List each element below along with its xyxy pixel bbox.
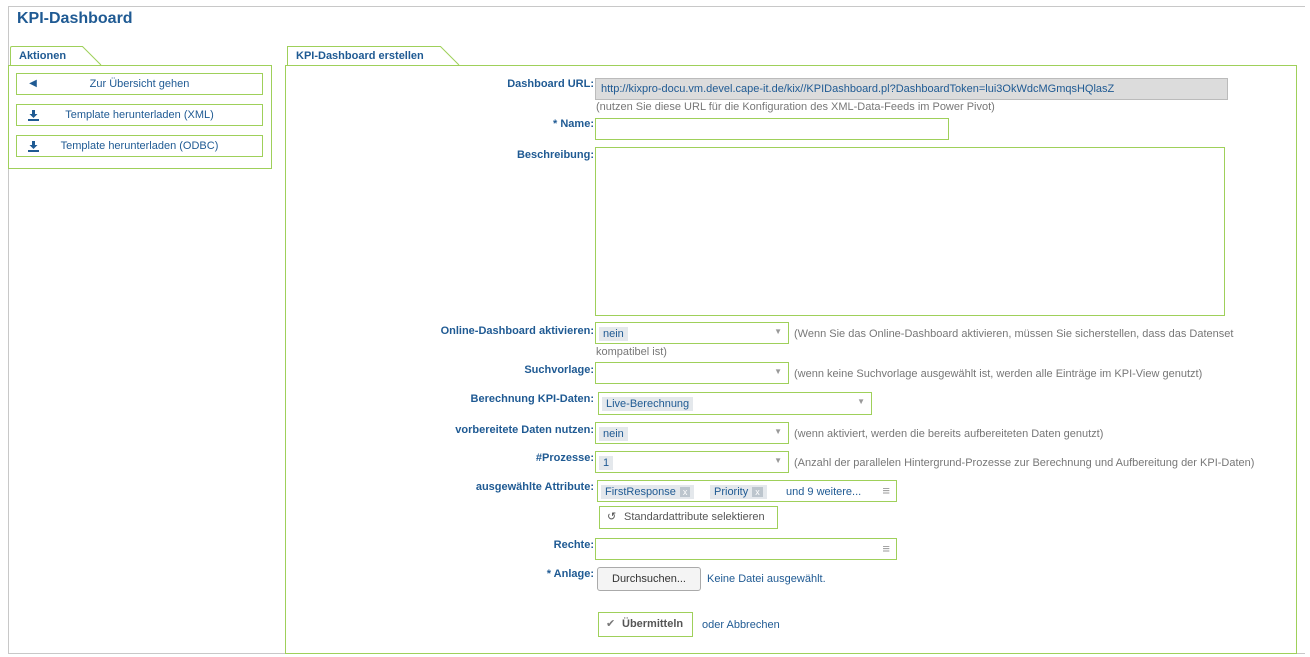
page-title: KPI-Dashboard: [17, 10, 133, 27]
download-icon: [26, 136, 40, 160]
download-xml-label: Template herunterladen (XML): [65, 109, 214, 121]
dashboard-url-value: http://kixpro-docu.vm.devel.cape-it.de/k…: [601, 83, 1115, 95]
processes-hint: (Anzahl der parallelen Hintergrund-Proze…: [794, 457, 1255, 469]
prepared-data-select[interactable]: nein ▼: [595, 422, 789, 444]
tab-corner: [440, 46, 460, 66]
submit-label: Übermitteln: [622, 618, 684, 630]
cancel-group: oder Abbrechen: [702, 619, 780, 631]
online-dashboard-hint-2: kompatibel ist): [596, 346, 667, 358]
download-odbc-label: Template herunterladen (ODBC): [60, 140, 219, 152]
search-template-hint: (wenn keine Suchvorlage ausgewählt ist, …: [794, 368, 1203, 380]
prepared-data-hint: (wenn aktiviert, werden die bereits aufb…: [794, 428, 1104, 440]
browse-button[interactable]: Durchsuchen...: [597, 567, 701, 591]
online-dashboard-value: nein: [599, 327, 628, 341]
remove-chip-icon[interactable]: x: [752, 487, 763, 497]
rights-multiselect[interactable]: ≡: [595, 538, 897, 560]
attributes-multiselect[interactable]: FirstResponse x Priority x und 9 weitere..…: [597, 480, 897, 502]
download-xml-button[interactable]: Template herunterladen (XML): [16, 104, 263, 126]
remove-chip-icon[interactable]: x: [679, 487, 691, 497]
dashboard-url-hint: (nutzen Sie diese URL für die Konfigurat…: [596, 101, 995, 113]
label-name: * Name:: [553, 118, 594, 130]
attribute-chip-label: FirstResponse: [605, 486, 676, 498]
attribute-chip-label: Priority: [714, 486, 749, 498]
online-dashboard-hint: (Wenn Sie das Online-Dashboard aktiviere…: [794, 328, 1234, 340]
tab-corner: [82, 46, 102, 66]
submit-button[interactable]: ✔ Übermitteln: [598, 612, 693, 637]
tab-aktionen: Aktionen: [10, 46, 83, 65]
chevron-down-icon: ▼: [774, 327, 782, 336]
chevron-down-icon: ▼: [774, 427, 782, 436]
label-attachment: * Anlage:: [546, 568, 594, 580]
description-textarea[interactable]: [595, 147, 1225, 316]
prepared-data-value: nein: [599, 427, 628, 441]
default-attributes-label: Standardattribute selektieren: [624, 511, 765, 523]
search-template-select[interactable]: ▼: [595, 362, 789, 384]
chevron-down-icon: ▼: [857, 397, 865, 406]
name-input[interactable]: [595, 118, 949, 140]
default-attributes-button[interactable]: ↺ Standardattribute selektieren: [599, 506, 778, 529]
processes-value: 1: [599, 456, 614, 470]
calc-kpi-select[interactable]: Live-Berechnung ▼: [598, 392, 872, 415]
label-search-template: Suchvorlage:: [524, 364, 594, 376]
processes-select[interactable]: 1 ▼: [595, 451, 789, 473]
list-menu-icon[interactable]: ≡: [882, 483, 890, 498]
download-icon: [26, 105, 40, 129]
reset-icon: ↺: [607, 511, 617, 523]
attribute-chip: FirstResponse x: [601, 485, 695, 499]
tab-kpi-create: KPI-Dashboard erstellen: [287, 46, 441, 65]
chevron-down-icon: ▼: [774, 367, 782, 376]
cancel-link[interactable]: Abbrechen: [726, 619, 779, 631]
label-online-dashboard: Online-Dashboard aktivieren:: [440, 325, 594, 337]
dashboard-url-field[interactable]: http://kixpro-docu.vm.devel.cape-it.de/k…: [595, 78, 1228, 100]
or-text: oder: [702, 619, 725, 631]
label-rights: Rechte:: [553, 539, 594, 551]
label-processes: #Prozesse:: [535, 452, 594, 464]
attribute-chip: Priority x: [710, 485, 767, 499]
label-description: Beschreibung:: [516, 149, 594, 161]
label-calc-kpi: Berechnung KPI-Daten:: [470, 393, 594, 405]
goto-overview-label: Zur Übersicht gehen: [89, 78, 190, 90]
check-icon: ✔: [606, 618, 616, 630]
chevron-down-icon: ▼: [774, 456, 782, 465]
attributes-more-link[interactable]: und 9 weitere...: [786, 486, 861, 498]
label-attributes: ausgewählte Attribute:: [475, 481, 594, 493]
list-menu-icon[interactable]: ≡: [882, 541, 890, 556]
calc-kpi-value: Live-Berechnung: [602, 397, 694, 411]
caret-left-icon: ◀: [29, 78, 37, 89]
goto-overview-button[interactable]: ◀ Zur Übersicht gehen: [16, 73, 263, 95]
download-odbc-button[interactable]: Template herunterladen (ODBC): [16, 135, 263, 157]
label-prepared-data: vorbereitete Daten nutzen:: [455, 424, 594, 436]
attachment-status: Keine Datei ausgewählt.: [707, 573, 826, 585]
label-dashboard-url: Dashboard URL:: [507, 78, 594, 90]
online-dashboard-select[interactable]: nein ▼: [595, 322, 789, 344]
